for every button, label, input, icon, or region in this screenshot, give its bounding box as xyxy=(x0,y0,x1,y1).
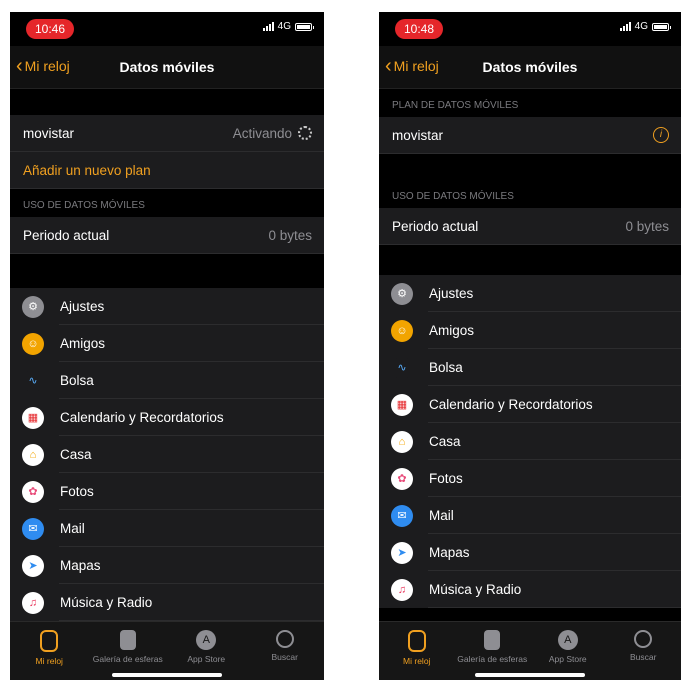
app-row-bolsa[interactable]: ∿ Bolsa xyxy=(379,349,681,386)
battery-icon xyxy=(295,22,314,31)
music-icon: ♫ xyxy=(22,591,44,614)
phone-screen-left: 10:46 4G ‹ Mi reloj Datos móviles movist… xyxy=(10,12,324,680)
settings-list[interactable]: movistar Activando Añadir un nuevo plan … xyxy=(10,89,324,622)
plan-section-header: PLAN DE DATOS MÓVILES xyxy=(392,100,519,111)
tab-galeria[interactable]: Galería de esferas xyxy=(89,622,168,680)
watch-icon xyxy=(40,630,59,652)
app-row-musica[interactable]: ♫ Música y Radio xyxy=(10,584,324,621)
page-title: Datos móviles xyxy=(482,59,578,75)
app-row-bolsa[interactable]: ∿ Bolsa xyxy=(10,362,324,399)
network-type: 4G xyxy=(634,21,648,32)
status-time: 10:48 xyxy=(395,19,444,39)
settings-gear-icon: ⚙ xyxy=(391,282,413,305)
watch-icon xyxy=(407,630,426,652)
navigation-bar: ‹ Mi reloj Datos móviles xyxy=(379,46,681,89)
app-row-mapas[interactable]: ➤ Mapas xyxy=(10,547,324,584)
music-icon: ♫ xyxy=(391,578,413,601)
app-row-casa[interactable]: ⌂ Casa xyxy=(10,436,324,473)
network-type: 4G xyxy=(277,21,291,32)
photos-icon: ✿ xyxy=(22,480,44,503)
tab-galeria[interactable]: Galería de esferas xyxy=(455,622,531,680)
app-row-ajustes[interactable]: ⚙ Ajustes xyxy=(379,275,681,312)
usage-section-header: USO DE DATOS MÓVILES xyxy=(23,200,145,211)
app-row-calendario[interactable]: ▦ Calendario y Recordatorios xyxy=(10,399,324,436)
mail-icon: ✉ xyxy=(22,517,44,540)
tab-mi-reloj[interactable]: Mi reloj xyxy=(10,622,89,680)
tab-buscar[interactable]: Buscar xyxy=(246,622,325,680)
info-icon[interactable]: i xyxy=(653,127,669,143)
photos-icon: ✿ xyxy=(391,467,413,490)
tab-app-store[interactable]: A App Store xyxy=(530,622,606,680)
app-row-fotos[interactable]: ✿ Fotos xyxy=(10,473,324,510)
app-row-mail[interactable]: ✉ Mail xyxy=(379,497,681,534)
app-row-ajustes[interactable]: ⚙ Ajustes xyxy=(10,288,324,325)
friends-icon: ☺ xyxy=(391,319,413,342)
plan-status: Activando xyxy=(232,125,292,141)
app-row-musica[interactable]: ♫ Música y Radio xyxy=(379,571,681,608)
tab-app-store[interactable]: A App Store xyxy=(167,622,246,680)
app-row-mail[interactable]: ✉ Mail xyxy=(10,510,324,547)
calendar-icon: ▦ xyxy=(22,406,44,429)
calendar-icon: ▦ xyxy=(391,393,413,416)
home-icon: ⌂ xyxy=(391,430,413,453)
search-icon xyxy=(275,630,294,648)
status-bar: 10:46 4G xyxy=(10,12,324,46)
app-row-casa[interactable]: ⌂ Casa xyxy=(379,423,681,460)
usage-section-header: USO DE DATOS MÓVILES xyxy=(392,191,514,202)
app-row-calendario[interactable]: ▦ Calendario y Recordatorios xyxy=(379,386,681,423)
app-store-icon: A xyxy=(557,630,578,650)
friends-icon: ☺ xyxy=(22,332,44,355)
watch-face-icon xyxy=(484,630,501,650)
page-title: Datos móviles xyxy=(119,59,215,75)
carrier-label: movistar xyxy=(392,127,444,143)
battery-icon xyxy=(652,22,671,31)
signal-icon xyxy=(619,22,631,31)
plan-row[interactable]: movistar Activando xyxy=(10,115,324,152)
stocks-icon: ∿ xyxy=(22,369,44,392)
maps-icon: ➤ xyxy=(22,554,44,577)
app-store-icon: A xyxy=(196,630,217,650)
carrier-label: movistar xyxy=(23,125,75,141)
app-row-fotos[interactable]: ✿ Fotos xyxy=(379,460,681,497)
status-time: 10:46 xyxy=(26,19,75,39)
current-period-row: Periodo actual 0 bytes xyxy=(10,217,324,254)
tab-bar: Mi reloj Galería de esferas A App Store B… xyxy=(379,621,681,680)
current-period-row: Periodo actual 0 bytes xyxy=(379,208,681,245)
stocks-icon: ∿ xyxy=(391,356,413,379)
navigation-bar: ‹ Mi reloj Datos móviles xyxy=(10,46,324,89)
app-row-mapas[interactable]: ➤ Mapas xyxy=(379,534,681,571)
mail-icon: ✉ xyxy=(391,504,413,527)
status-bar: 10:48 4G xyxy=(379,12,681,46)
signal-icon xyxy=(262,22,274,31)
tab-bar: Mi reloj Galería de esferas A App Store B… xyxy=(10,621,324,680)
search-icon xyxy=(634,630,653,648)
tab-mi-reloj[interactable]: Mi reloj xyxy=(379,622,455,680)
app-row-amigos[interactable]: ☺ Amigos xyxy=(10,325,324,362)
home-indicator[interactable] xyxy=(112,673,222,677)
home-icon: ⌂ xyxy=(22,443,44,466)
settings-list[interactable]: PLAN DE DATOS MÓVILES movistar i USO DE … xyxy=(379,89,681,622)
maps-icon: ➤ xyxy=(391,541,413,564)
phone-screen-right: 10:48 4G ‹ Mi reloj Datos móviles PLAN D… xyxy=(379,12,681,680)
watch-face-icon xyxy=(119,630,136,650)
app-row-amigos[interactable]: ☺ Amigos xyxy=(379,312,681,349)
current-period-value: 0 bytes xyxy=(268,227,312,243)
settings-gear-icon: ⚙ xyxy=(22,295,44,318)
home-indicator[interactable] xyxy=(475,673,585,677)
tab-buscar[interactable]: Buscar xyxy=(606,622,681,680)
add-plan-button[interactable]: Añadir un nuevo plan xyxy=(10,152,324,189)
current-period-value: 0 bytes xyxy=(625,218,669,234)
plan-row[interactable]: movistar i xyxy=(379,117,681,154)
activity-spinner-icon xyxy=(298,126,312,140)
